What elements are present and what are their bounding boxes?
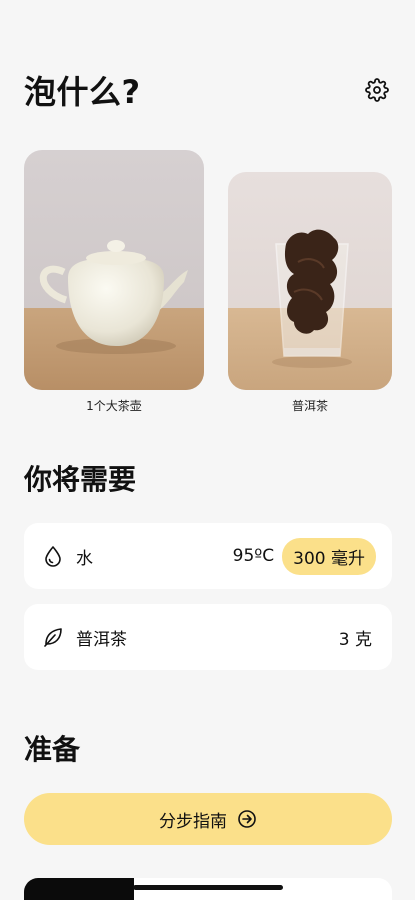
header: 泡什么? [24,68,391,112]
tea-label: 普洱茶 [76,629,127,650]
home-indicator[interactable] [133,885,283,890]
section-title-prepare: 准备 [24,733,81,766]
tea-amount: 3 克 [338,629,372,650]
water-volume-badge[interactable]: 300 毫升 [282,537,376,575]
tea-image [228,172,392,390]
water-drop-icon [42,545,64,567]
teapot-image [24,150,204,390]
section-title-need: 你将需要 [24,463,137,496]
teapot-card[interactable] [24,150,204,390]
leaf-icon [42,626,64,648]
tea-card[interactable] [228,172,392,390]
gear-icon [365,78,389,102]
tea-caption: 普洱茶 [291,399,328,413]
vessel-caption: 1个大茶壶 [86,399,142,413]
water-temperature: 95ºC [232,546,275,566]
page-title: 泡什么? [24,73,141,111]
step-guide-button[interactable]: 分步指南 [24,793,392,845]
water-label: 水 [76,548,93,569]
arrow-right-circle-icon [237,809,257,829]
water-row: 水 95ºC 300 毫升 [24,523,392,589]
next-card-image [24,878,134,900]
settings-button[interactable] [363,76,391,104]
tea-row: 普洱茶 3 克 [24,604,392,670]
step-guide-label: 分步指南 [159,811,227,832]
